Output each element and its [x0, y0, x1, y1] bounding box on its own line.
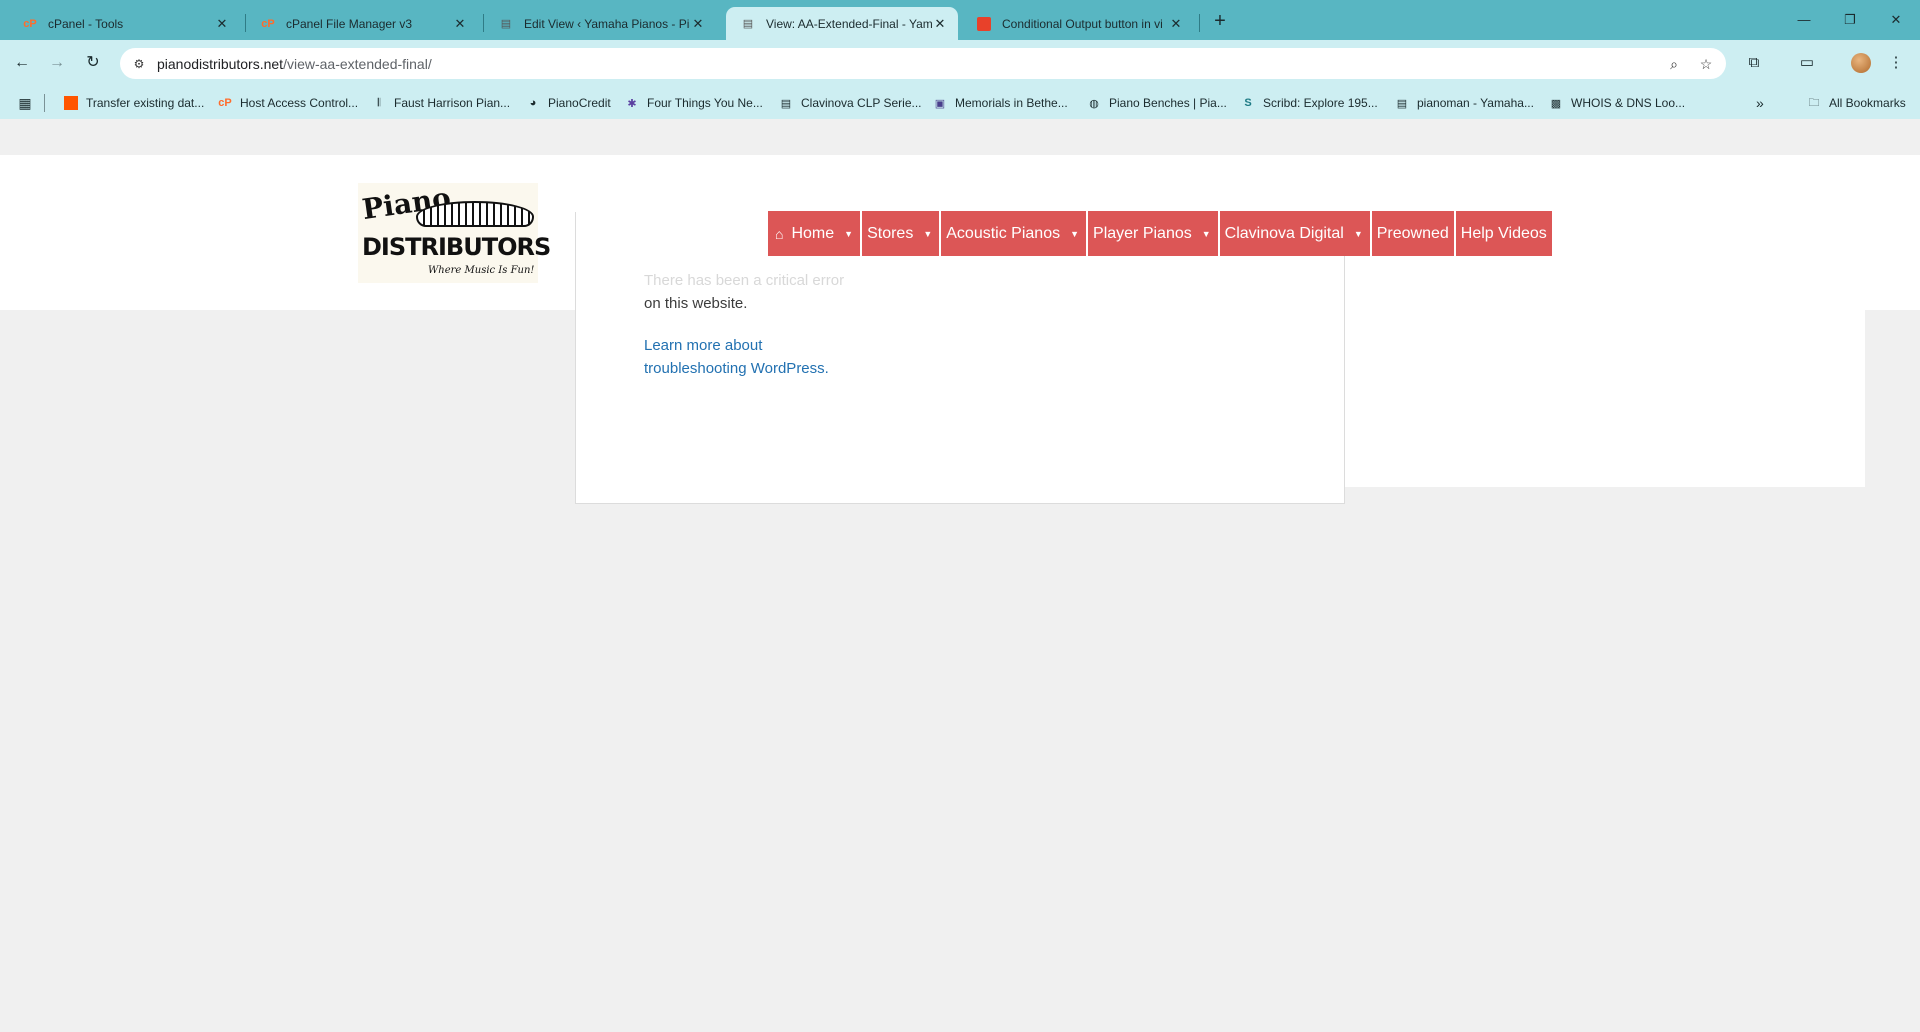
- tab-strip: cP cPanel - Tools ✕ cP cPanel File Manag…: [0, 0, 1920, 40]
- menu-item-help-videos[interactable]: Help Videos: [1455, 211, 1552, 256]
- apps-icon[interactable]: ▦: [17, 95, 40, 111]
- bookmark-item[interactable]: cP Host Access Control...: [217, 95, 358, 111]
- profile-avatar[interactable]: [1851, 53, 1871, 73]
- menu-label: Acoustic Pianos: [946, 224, 1061, 242]
- cpanel-icon: cP: [261, 17, 275, 30]
- caret-down-icon: ▼: [844, 228, 854, 239]
- menu-item-acoustic-pianos[interactable]: Acoustic Pianos ▼: [941, 211, 1087, 256]
- piano-site-icon: ▤: [1396, 97, 1408, 110]
- menu-label: Stores: [867, 224, 914, 242]
- bookmark-item[interactable]: S Scribd: Explore 195...: [1240, 95, 1377, 111]
- piano-keys-icon: 𝄃: [377, 96, 381, 109]
- folder-icon: 🗀: [1808, 96, 1820, 109]
- tab-conditional-output[interactable]: Conditional Output button in vi ✕: [962, 7, 1194, 40]
- bookmark-item[interactable]: ✱ Four Things You Ne...: [624, 95, 762, 111]
- troubleshooting-link[interactable]: Learn more about: [644, 337, 762, 354]
- address-bar[interactable]: ⚙ pianodistributors.net/view-aa-extended…: [120, 48, 1726, 79]
- zoom-icon[interactable]: ⌕: [1665, 55, 1683, 73]
- tab-title: cPanel - Tools: [48, 16, 124, 31]
- browser-toolbar: ← → ↻ ⚙ pianodistributors.net/view-aa-ex…: [0, 40, 1920, 87]
- close-icon[interactable]: ✕: [452, 16, 468, 32]
- close-icon[interactable]: ✕: [932, 16, 948, 32]
- logo-word-distributors: DISTRIBUTORS: [362, 233, 551, 261]
- piano-site-icon: ▤: [500, 18, 512, 30]
- reload-icon[interactable]: ↻: [79, 49, 107, 77]
- menu-label: Help Videos: [1460, 224, 1547, 242]
- menu-label: Home: [791, 224, 835, 242]
- menu-label: Clavinova Digital: [1224, 224, 1344, 242]
- new-tab-button[interactable]: +: [1206, 8, 1234, 36]
- site-logo[interactable]: Piano DISTRIBUTORS Where Music Is Fun!: [358, 181, 551, 283]
- troubleshooting-link[interactable]: troubleshooting WordPress.: [644, 360, 829, 377]
- tab-view-aa-extended-final[interactable]: ▤ View: AA-Extended-Final - Yam ✕: [726, 7, 958, 40]
- caret-down-icon: ▼: [923, 228, 933, 239]
- bookmarks-bar: ▦ Transfer existing dat... cP Host Access…: [0, 87, 1920, 119]
- logo-tagline: Where Music Is Fun!: [428, 265, 535, 276]
- home-icon: ⌂: [775, 225, 784, 242]
- tab-cpanel-tools[interactable]: cP cPanel - Tools ✕: [8, 7, 240, 40]
- bookmark-item[interactable]: ▣ Memorials in Bethe...: [932, 95, 1068, 111]
- menu-icon[interactable]: ⋮: [1883, 50, 1909, 76]
- caret-down-icon: ▼: [1201, 228, 1211, 239]
- error-message-line1: There has been a critical error: [644, 272, 845, 289]
- bookmark-star-icon[interactable]: ☆: [1697, 55, 1715, 73]
- back-icon[interactable]: ←: [8, 49, 36, 77]
- asterisk-icon: ✱: [627, 97, 637, 110]
- whois-icon: ▩: [1550, 97, 1562, 110]
- content-panel-back: [1344, 226, 1865, 487]
- orange-square-icon: [63, 95, 79, 111]
- menu-item-stores[interactable]: Stores ▼: [862, 211, 940, 256]
- tab-separator: [1199, 14, 1200, 32]
- main-menu: ⌂ Home ▼ Stores ▼ Acoustic Pianos ▼ Play…: [768, 211, 1554, 256]
- close-icon[interactable]: ✕: [1168, 16, 1184, 32]
- page-viewport: Piano DISTRIBUTORS Where Music Is Fun! T…: [0, 119, 1920, 1032]
- tab-title: View: AA-Extended-Final - Yam: [766, 16, 932, 31]
- tab-title: Edit View ‹ Yamaha Pianos - Pia: [524, 16, 690, 31]
- tab-title: cPanel File Manager v3: [286, 16, 413, 31]
- bookmark-item[interactable]: ◕ PianoCredit: [525, 95, 611, 111]
- globe-icon: ◕: [529, 97, 537, 109]
- all-bookmarks-button[interactable]: 🗀 All Bookmarks: [1806, 95, 1906, 111]
- bookmark-item[interactable]: 𝄃 Faust Harrison Pian...: [371, 95, 510, 111]
- extensions-icon[interactable]: ⧉: [1741, 50, 1767, 76]
- menu-item-home[interactable]: ⌂ Home ▼: [768, 211, 861, 256]
- forward-icon[interactable]: →: [43, 49, 71, 77]
- scribd-icon: S: [1244, 97, 1252, 109]
- tab-title: Conditional Output button in vi: [1002, 16, 1163, 31]
- restore-icon[interactable]: ❐: [1826, 0, 1874, 40]
- menu-item-clavinova-digital[interactable]: Clavinova Digital ▼: [1219, 211, 1370, 256]
- bookmarks-separator: [44, 94, 45, 112]
- close-window-icon[interactable]: ✕: [1872, 0, 1920, 40]
- close-icon[interactable]: ✕: [690, 16, 706, 32]
- menu-label: Preowned: [1376, 224, 1449, 242]
- menu-item-player-pianos[interactable]: Player Pianos ▼: [1088, 211, 1218, 256]
- menu-item-preowned[interactable]: Preowned: [1371, 211, 1454, 256]
- piano-site-icon: ▤: [742, 18, 754, 30]
- bookmark-item[interactable]: ▩ WHOIS & DNS Loo...: [1548, 95, 1685, 111]
- close-icon[interactable]: ✕: [214, 16, 230, 32]
- bookmark-item[interactable]: Transfer existing dat...: [63, 95, 204, 111]
- bookmark-item[interactable]: ▤ pianoman - Yamaha...: [1394, 95, 1534, 111]
- tab-search-icon[interactable]: ▭: [1794, 50, 1820, 76]
- piano-site-icon: ▤: [780, 97, 792, 110]
- tab-cpanel-file-manager[interactable]: cP cPanel File Manager v3 ✕: [246, 7, 478, 40]
- bench-icon: ◍: [1089, 97, 1099, 110]
- site-info-icon[interactable]: ⚙: [130, 55, 148, 73]
- tab-edit-view[interactable]: ▤ Edit View ‹ Yamaha Pianos - Pia ✕: [484, 7, 716, 40]
- cpanel-icon: cP: [23, 17, 37, 30]
- memorial-icon: ▣: [934, 97, 946, 110]
- cpanel-icon: cP: [218, 97, 232, 109]
- bookmark-item[interactable]: ◍ Piano Benches | Pia...: [1086, 95, 1227, 111]
- more-bookmarks-icon[interactable]: »: [1756, 95, 1764, 111]
- red-square-icon: [976, 16, 992, 32]
- caret-down-icon: ▼: [1070, 228, 1080, 239]
- url-text[interactable]: pianodistributors.net/view-aa-extended-f…: [157, 56, 432, 72]
- minimize-icon[interactable]: —: [1780, 0, 1828, 40]
- caret-down-icon: ▼: [1353, 228, 1363, 239]
- bookmark-item[interactable]: ▤ Clavinova CLP Serie...: [778, 95, 922, 111]
- logo-piano-keys: [416, 201, 534, 227]
- menu-label: Player Pianos: [1093, 224, 1192, 242]
- error-message-line2: on this website.: [644, 295, 748, 312]
